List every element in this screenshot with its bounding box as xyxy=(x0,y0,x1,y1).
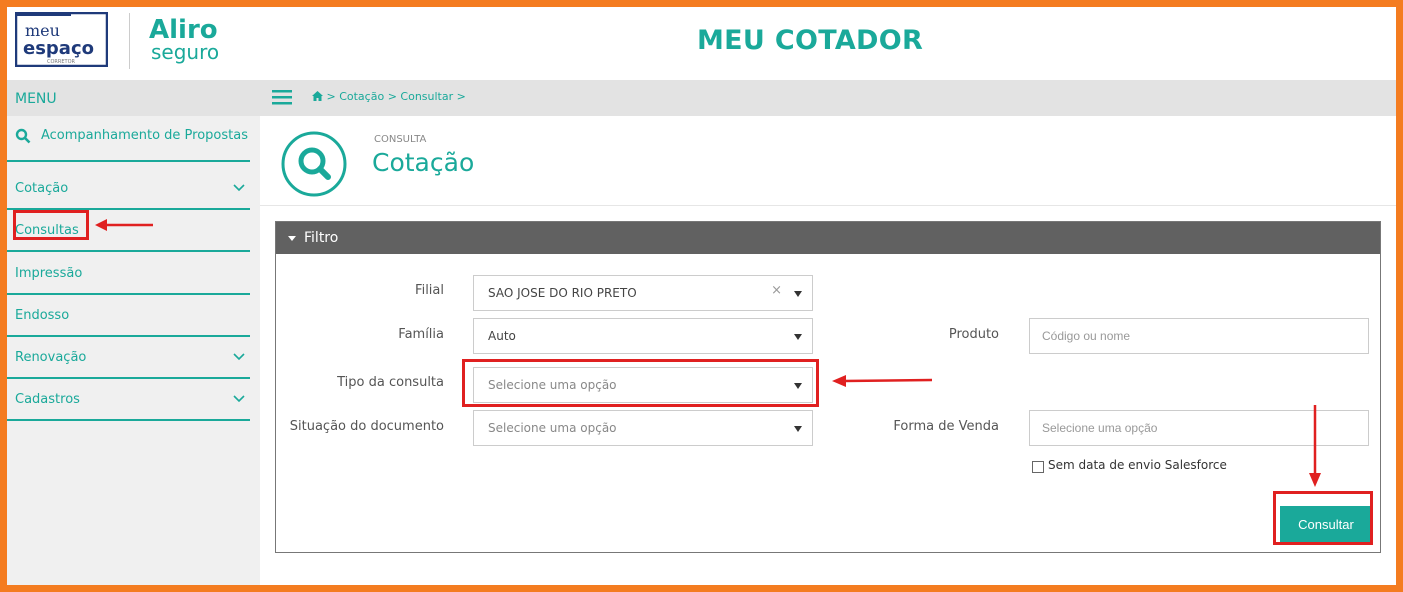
filter-panel-header[interactable]: Filtro xyxy=(276,222,1380,254)
sidebar-item-cotacao[interactable]: Cotação xyxy=(7,168,250,210)
dropdown-arrow-icon xyxy=(794,291,802,297)
app-header: meu espaço CORRETOR Aliro seguro MEU COT… xyxy=(7,7,1396,80)
caret-down-icon xyxy=(288,235,296,241)
sidebar-item-label: Endosso xyxy=(15,308,70,323)
sidebar-item-cadastros[interactable]: Cadastros xyxy=(7,379,250,421)
dropdown-arrow-icon xyxy=(794,426,802,432)
screenshot-frame: meu espaço CORRETOR Aliro seguro MEU COT… xyxy=(0,0,1403,592)
menu-title: MENU xyxy=(7,80,260,116)
sidebar-item-impressao[interactable]: Impressão xyxy=(7,253,250,295)
dropdown-arrow-icon xyxy=(794,334,802,340)
sem-data-label: Sem data de envio Salesforce xyxy=(1048,458,1227,472)
arrow-left-annotation xyxy=(95,219,153,231)
page-kicker: CONSULTA xyxy=(374,134,427,145)
highlight-consultas xyxy=(13,210,89,240)
chevron-down-icon xyxy=(233,395,245,403)
situacao-label: Situação do documento xyxy=(289,419,444,434)
logo-corretor-text: CORRETOR xyxy=(47,59,76,65)
produto-input[interactable] xyxy=(1029,318,1369,354)
breadcrumb: > Cotação > Consultar > xyxy=(312,90,466,103)
familia-select[interactable]: Auto xyxy=(473,318,813,354)
chevron-down-icon xyxy=(233,184,245,192)
sem-data-checkbox[interactable] xyxy=(1032,461,1044,473)
sidebar-item-renovacao[interactable]: Renovação xyxy=(7,337,250,379)
filial-select[interactable]: SAO JOSE DO RIO PRETO × xyxy=(473,275,813,311)
breadcrumb-bar: > Cotação > Consultar > xyxy=(260,80,1396,116)
sidebar-item-label: Renovação xyxy=(15,350,87,365)
filter-panel: Filtro Filial SAO JOSE DO RIO PRETO × Fa… xyxy=(275,221,1381,553)
familia-value: Auto xyxy=(488,329,516,343)
situacao-select[interactable]: Selecione uma opção xyxy=(473,410,813,446)
search-circle-icon xyxy=(281,131,347,197)
tipo-consulta-label: Tipo da consulta xyxy=(337,375,444,390)
page-title: Cotação xyxy=(372,148,475,177)
clear-icon[interactable]: × xyxy=(771,283,782,298)
filial-value: SAO JOSE DO RIO PRETO xyxy=(488,286,637,300)
chevron-down-icon xyxy=(233,353,245,361)
filial-label: Filial xyxy=(415,283,444,298)
meu-espaco-logo: meu espaço CORRETOR xyxy=(15,12,108,67)
highlight-tipo-consulta xyxy=(462,359,819,407)
produto-label: Produto xyxy=(948,327,999,342)
filter-title: Filtro xyxy=(304,230,339,246)
sidebar-item-label: Impressão xyxy=(15,266,83,281)
home-icon[interactable] xyxy=(312,91,323,101)
familia-label: Família xyxy=(398,327,444,342)
logo-seguro-text: seguro xyxy=(151,40,219,64)
search-icon xyxy=(15,128,31,144)
sidebar: MENU Acompanhamento de Propostas Cotação… xyxy=(7,80,260,585)
arrow-left-annotation xyxy=(832,375,933,387)
logo-separator xyxy=(129,13,130,69)
highlight-consultar xyxy=(1273,491,1373,545)
sidebar-item-label: Acompanhamento de Propostas xyxy=(41,128,248,143)
arrow-down-annotation xyxy=(1309,405,1321,487)
breadcrumb-trail[interactable]: > Cotação > Consultar > xyxy=(327,90,466,103)
sidebar-item-label: Cadastros xyxy=(15,392,80,407)
sidebar-item-endosso[interactable]: Endosso xyxy=(7,295,250,337)
forma-venda-label: Forma de Venda xyxy=(893,419,999,434)
aliro-seguro-logo: Aliro seguro xyxy=(149,15,219,64)
app-title: MEU COTADOR xyxy=(697,25,924,56)
sidebar-item-acompanhamento[interactable]: Acompanhamento de Propostas xyxy=(7,116,250,162)
situacao-value: Selecione uma opção xyxy=(488,421,617,435)
sidebar-item-label: Cotação xyxy=(15,181,69,196)
hamburger-menu-icon[interactable] xyxy=(272,89,292,105)
page-header: CONSULTA Cotação xyxy=(260,116,1396,206)
logo-espaco-text: espaço xyxy=(23,38,94,59)
